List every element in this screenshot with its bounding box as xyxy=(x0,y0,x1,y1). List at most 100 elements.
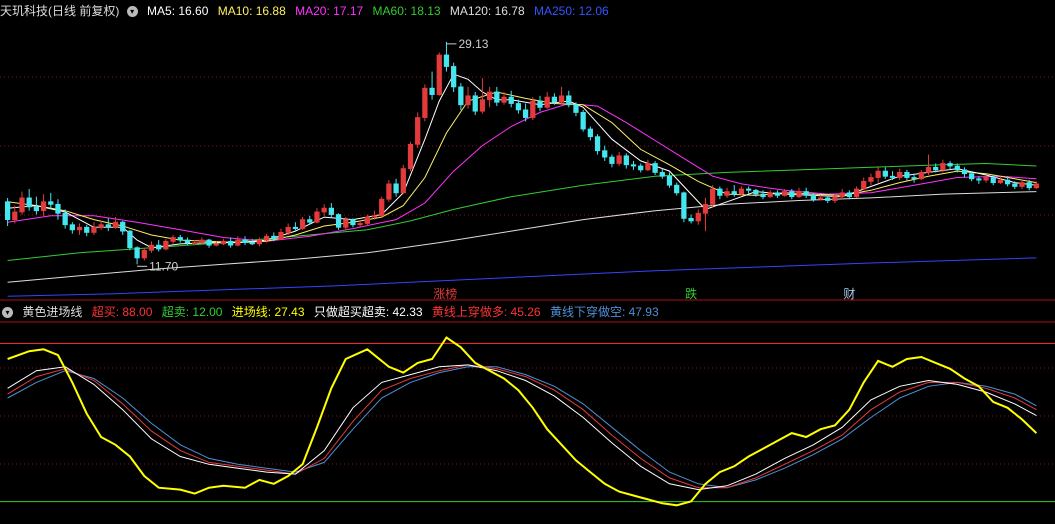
candle-body xyxy=(465,95,471,106)
candle-body xyxy=(479,99,486,112)
candle-body xyxy=(774,192,781,196)
candle-body xyxy=(134,247,140,259)
candle-down xyxy=(846,190,852,200)
ma20-line xyxy=(7,102,1037,242)
candle-body xyxy=(199,239,205,244)
candle-up xyxy=(170,234,176,244)
candle-up xyxy=(422,84,428,122)
candle-body xyxy=(62,212,68,226)
candle-body xyxy=(688,217,694,222)
candle-body xyxy=(443,54,450,67)
candle-up xyxy=(616,152,622,167)
candle-body xyxy=(594,136,601,152)
candle-up xyxy=(415,112,421,149)
candle-up xyxy=(98,220,104,230)
candle-down xyxy=(227,237,234,248)
candle-body xyxy=(458,86,464,106)
candle-body xyxy=(638,165,644,171)
candle-body xyxy=(832,196,838,201)
candle-body xyxy=(918,172,924,180)
event-marker: 涨榜 xyxy=(433,286,457,301)
candle-body xyxy=(573,104,579,113)
event-marker: 跌 xyxy=(685,286,697,301)
candle-up xyxy=(724,187,730,198)
candle-down xyxy=(630,160,637,170)
candle-body xyxy=(120,221,126,232)
candle-body xyxy=(587,128,593,138)
candle-body xyxy=(422,87,428,118)
candle-body xyxy=(314,211,320,223)
candle-body xyxy=(328,207,334,215)
candle-up xyxy=(465,86,471,109)
candle-up xyxy=(875,167,881,183)
candle-down xyxy=(638,163,644,173)
candle-down xyxy=(745,186,752,195)
candle-body xyxy=(357,223,363,226)
candle-up xyxy=(235,236,241,247)
candle-body xyxy=(530,100,536,118)
candle-body xyxy=(551,96,558,103)
stock-chart[interactable]: 29.13 11.70 涨榜 跌 财 xyxy=(0,0,1055,524)
candle-body xyxy=(558,95,565,103)
candle-down xyxy=(458,83,464,110)
candle-down xyxy=(774,190,781,198)
candle-body xyxy=(702,203,709,214)
candle-body xyxy=(292,226,299,229)
candle-down xyxy=(105,218,111,232)
candle-body xyxy=(249,242,255,245)
candle-down xyxy=(580,109,586,132)
candle-body xyxy=(472,95,478,112)
candle-body xyxy=(861,180,867,190)
candle-body xyxy=(846,192,852,198)
candle-up xyxy=(645,159,651,172)
candle-body xyxy=(105,224,111,228)
candle-body xyxy=(897,172,903,178)
candle-body xyxy=(494,91,500,103)
candle-body xyxy=(602,150,608,158)
candle-body xyxy=(868,177,874,182)
price-annotation: 29.13 xyxy=(458,37,488,51)
candle-up xyxy=(436,52,442,96)
candle-body xyxy=(256,239,263,245)
candle-up xyxy=(148,241,155,253)
candle-body xyxy=(731,191,737,195)
candle-up xyxy=(1019,180,1025,190)
candle-body xyxy=(263,235,270,241)
candle-body xyxy=(1004,179,1011,185)
candle-body xyxy=(386,183,392,200)
candle-body xyxy=(983,177,989,181)
candle-body xyxy=(12,211,18,221)
candle-down xyxy=(674,182,680,196)
candle-up xyxy=(897,168,903,181)
candle-up xyxy=(321,204,327,216)
candle-down xyxy=(594,134,601,155)
candle-body xyxy=(630,164,637,167)
candle-body xyxy=(889,175,896,178)
candle-down xyxy=(393,178,399,197)
candle-body xyxy=(48,201,54,205)
candle-body xyxy=(486,91,493,101)
candle-down xyxy=(947,160,953,170)
candle-body xyxy=(364,216,370,224)
candle-down xyxy=(69,222,75,234)
candle-body xyxy=(508,96,514,104)
candle-down xyxy=(156,240,162,252)
candle-down xyxy=(177,234,183,243)
candle-up xyxy=(314,208,320,224)
candle-body xyxy=(623,155,629,166)
event-marker: 财 xyxy=(843,287,855,301)
candle-body xyxy=(242,239,248,244)
candle-up xyxy=(220,238,227,246)
candle-body xyxy=(84,226,90,233)
candle-body xyxy=(19,197,25,213)
candle-body xyxy=(1012,183,1018,187)
candle-body xyxy=(307,219,313,223)
candle-up xyxy=(997,176,1004,184)
candle-body xyxy=(810,194,817,200)
candle-down xyxy=(587,126,593,141)
candle-down xyxy=(26,189,32,211)
candle-body xyxy=(271,235,277,240)
candle-down xyxy=(84,224,90,237)
candle-body xyxy=(343,219,349,228)
candle-body xyxy=(141,249,147,259)
